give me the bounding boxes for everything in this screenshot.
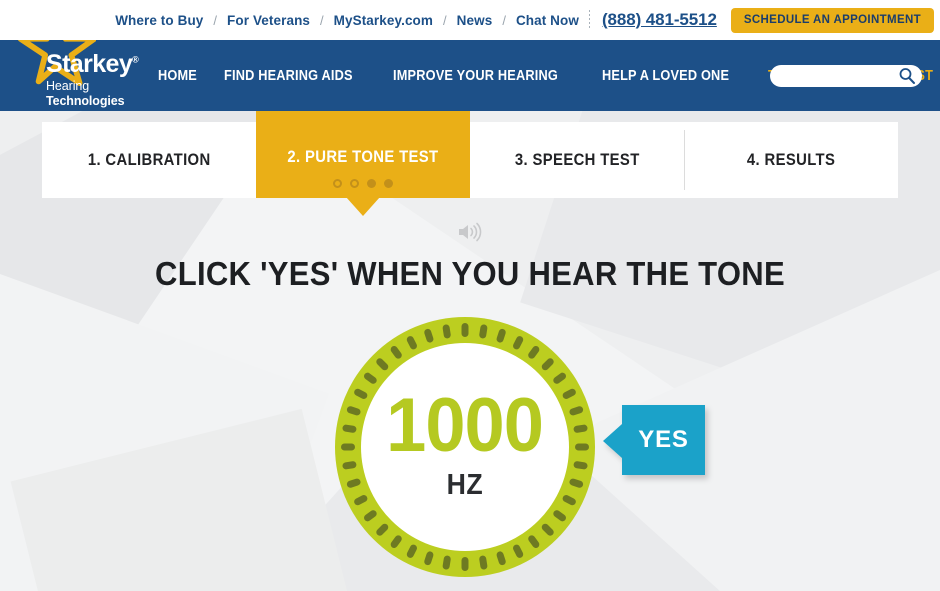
utility-link-chat-now[interactable]: Chat Now xyxy=(514,13,581,28)
page-root: Where to Buy / For Veterans / MyStarkey.… xyxy=(0,0,940,591)
utility-separator: / xyxy=(443,12,447,28)
step-tab-label: 1. CALIBRATION xyxy=(87,150,211,169)
step-tab-calibration[interactable]: 1. CALIBRATION xyxy=(42,122,256,198)
schedule-appointment-button[interactable]: SCHEDULE AN APPOINTMENT xyxy=(730,7,934,33)
search-icon xyxy=(899,67,915,84)
utility-bar-inner: Where to Buy / For Veterans / MyStarkey.… xyxy=(113,0,940,40)
registered-mark: ® xyxy=(132,54,139,65)
brand-tagline-bold: Technologies xyxy=(46,94,125,108)
brand-tagline-light: Hearing xyxy=(46,79,90,93)
yes-pointer-arrow xyxy=(603,424,622,458)
active-step-pointer xyxy=(346,197,380,216)
step-tab-pure-tone-test[interactable]: 2. PURE TONE TEST xyxy=(256,108,470,216)
step-tab-speech-test[interactable]: 3. SPEECH TEST xyxy=(470,122,684,198)
utility-separator: / xyxy=(502,12,506,28)
test-step-tabs: 1. CALIBRATION 2. PURE TONE TEST 3. SPEE… xyxy=(42,108,898,216)
nav-item-improve-your-hearing[interactable]: IMPROVE YOUR HEARING xyxy=(393,68,558,84)
brand-tagline: Hearing Technologies xyxy=(46,79,168,109)
utility-divider xyxy=(588,10,590,30)
utility-link-for-veterans[interactable]: For Veterans xyxy=(225,13,312,28)
progress-dot xyxy=(333,179,342,188)
frequency-unit: HZ xyxy=(446,468,484,501)
speaker-volume-icon xyxy=(459,222,482,242)
search-input[interactable] xyxy=(780,64,895,87)
brand-logo-text: Starkey® Hearing Technologies xyxy=(46,52,168,109)
phone-number[interactable]: (888) 481-5512 xyxy=(602,10,717,30)
search-button[interactable] xyxy=(898,67,916,85)
brand-name-text: Starkey xyxy=(46,50,133,78)
step-tab-results[interactable]: 4. RESULTS xyxy=(684,122,898,198)
utility-link-news[interactable]: News xyxy=(455,13,495,28)
nav-item-find-hearing-aids[interactable]: FIND HEARING AIDS xyxy=(224,68,353,84)
utility-link-where-to-buy[interactable]: Where to Buy xyxy=(113,13,205,28)
utility-separator: / xyxy=(320,12,324,28)
progress-dot xyxy=(350,179,359,188)
progress-dot xyxy=(367,179,376,188)
page-headline: CLICK 'YES' WHEN YOU HEAR THE TONE xyxy=(155,255,785,292)
progress-dots xyxy=(333,179,393,188)
step-tab-label: 2. PURE TONE TEST xyxy=(287,148,439,166)
utility-link-mystarkey[interactable]: MyStarkey.com xyxy=(332,13,435,28)
dial-readout: 1000 HZ xyxy=(329,311,601,583)
search-box xyxy=(770,64,922,87)
main-navbar: Starkey® Hearing Technologies HOME FIND … xyxy=(0,0,940,111)
step-tab-label: 3. SPEECH TEST xyxy=(514,150,640,169)
step-tab-label: 4. RESULTS xyxy=(746,150,836,169)
progress-dot xyxy=(384,179,393,188)
frequency-value: 1000 xyxy=(386,383,545,469)
utility-bar: Where to Buy / For Veterans / MyStarkey.… xyxy=(0,0,940,40)
tone-frequency-dial: 1000 HZ xyxy=(329,311,601,583)
utility-separator: / xyxy=(213,12,218,28)
brand-name: Starkey® xyxy=(46,52,168,77)
yes-button[interactable]: YES xyxy=(622,405,705,475)
nav-item-help-a-loved-one[interactable]: HELP A LOVED ONE xyxy=(602,68,729,84)
